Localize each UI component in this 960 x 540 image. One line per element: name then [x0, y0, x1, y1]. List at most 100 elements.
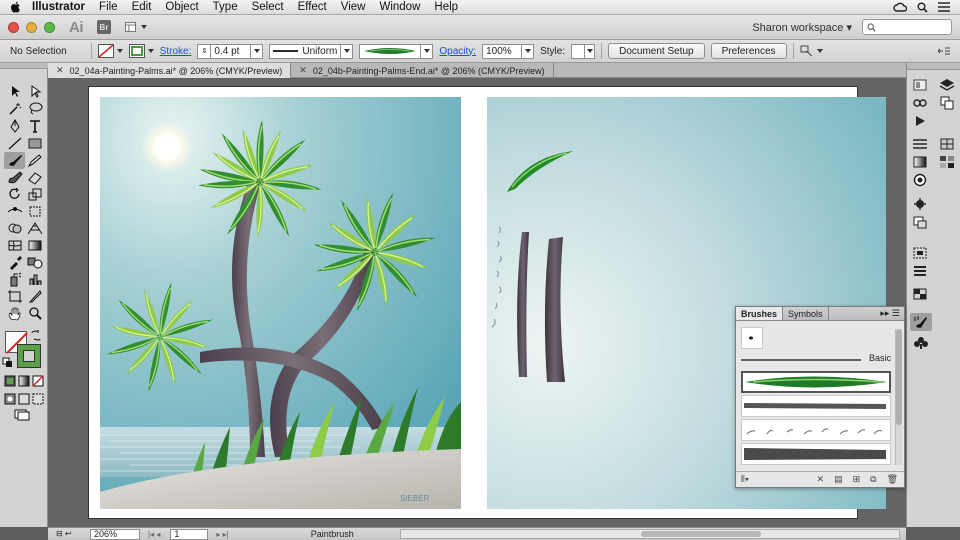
perspective-grid-tool-icon[interactable] [26, 221, 44, 236]
selection-tool-icon[interactable] [6, 84, 24, 99]
new-brush-icon[interactable]: ⧉ [870, 474, 876, 485]
links-icon[interactable] [912, 96, 928, 110]
stroke-swatch[interactable] [128, 44, 154, 58]
stroke-panel-icon[interactable] [912, 264, 928, 278]
creative-cloud-icon[interactable] [893, 2, 907, 12]
menu-effect[interactable]: Effect [291, 1, 334, 13]
stroke-weight-stepper[interactable]: ⇕ 0.4 pt [197, 43, 264, 59]
draw-inside-icon[interactable] [32, 393, 44, 405]
transparency-icon[interactable] [912, 287, 928, 301]
none-mode-icon[interactable] [32, 375, 44, 387]
rotate-tool-icon[interactable] [6, 187, 24, 202]
menu-app-name[interactable]: Illustrator [22, 1, 92, 13]
panel-menu-icon[interactable] [938, 47, 950, 55]
panel-collapse-icon[interactable]: ▸▸ ☰ [880, 307, 904, 320]
artboard-tool-icon[interactable] [6, 289, 24, 304]
graphic-style-swatch[interactable] [571, 43, 596, 59]
brush-options-icon[interactable]: ⊞ [853, 474, 861, 485]
artboards-icon[interactable] [939, 96, 955, 110]
menu-select[interactable]: Select [245, 1, 291, 13]
line-segment-tool-icon[interactable] [6, 136, 24, 151]
menu-edit[interactable]: Edit [125, 1, 159, 13]
artboard-number-field[interactable]: 1 [170, 528, 209, 540]
rectangle-tool-icon[interactable] [26, 136, 44, 151]
scale-tool-icon[interactable] [26, 187, 44, 202]
draw-normal-icon[interactable] [4, 393, 16, 405]
width-tool-icon[interactable] [6, 204, 24, 219]
pen-tool-icon[interactable] [6, 119, 24, 134]
grass-scatter-brush[interactable] [741, 419, 891, 441]
mesh-tool-icon[interactable] [6, 238, 24, 253]
list-icon[interactable] [938, 2, 950, 12]
thick-trunk-art-brush[interactable] [741, 443, 891, 465]
calligraphic-brush-swatch[interactable] [741, 327, 763, 349]
menu-type[interactable]: Type [206, 1, 245, 13]
help-search-input[interactable] [862, 19, 952, 35]
zoom-level-field[interactable]: 206% [90, 528, 140, 540]
free-transform-tool-icon[interactable] [26, 204, 44, 219]
layers-icon[interactable] [939, 78, 955, 92]
actions-play-icon[interactable] [912, 114, 928, 128]
hand-tool-icon[interactable] [6, 306, 24, 321]
apple-icon[interactable] [10, 1, 22, 13]
bridge-button[interactable]: Br [97, 20, 111, 34]
color-mode-icon[interactable] [4, 375, 16, 387]
type-tool-icon[interactable] [26, 119, 44, 134]
default-fill-stroke-icon[interactable] [2, 357, 14, 369]
stroke-label[interactable]: Stroke: [160, 46, 192, 57]
magic-wand-tool-icon[interactable] [6, 101, 24, 116]
swap-fill-stroke-icon[interactable] [30, 329, 42, 341]
minimize-window-button[interactable] [26, 21, 37, 33]
direct-selection-tool-icon[interactable] [26, 84, 44, 99]
lasso-tool-icon[interactable] [26, 101, 44, 116]
graphic-styles-icon[interactable] [912, 246, 928, 260]
opacity-input[interactable]: 100% [482, 43, 535, 59]
column-graph-tool-icon[interactable] [26, 272, 44, 287]
tab-symbols[interactable]: Symbols [783, 307, 829, 320]
symbols-panel-icon[interactable] [913, 336, 929, 350]
pencil-tool-icon[interactable] [26, 153, 44, 168]
brush-definition-dropdown[interactable] [359, 43, 434, 59]
brushes-panel-icon[interactable] [913, 315, 929, 329]
align-icon[interactable] [912, 137, 928, 151]
document-setup-button[interactable]: Document Setup [608, 43, 705, 59]
delete-brush-icon[interactable]: 🗑 [887, 474, 898, 485]
blend-tool-icon[interactable] [26, 255, 44, 270]
eraser-tool-icon[interactable] [26, 170, 44, 185]
arrange-icon[interactable] [800, 45, 823, 57]
menu-window[interactable]: Window [372, 1, 427, 13]
image-trace-icon[interactable] [912, 215, 928, 229]
next-artboard-icon[interactable]: ▸ ▸| [216, 530, 228, 539]
opacity-label[interactable]: Opacity: [439, 46, 476, 57]
close-tab-icon[interactable]: ✕ [56, 65, 64, 76]
transform-icon[interactable] [939, 137, 955, 151]
color-guide-icon[interactable] [912, 78, 928, 92]
draw-behind-icon[interactable] [18, 393, 30, 405]
menu-help[interactable]: Help [427, 1, 465, 13]
eyedropper-tool-icon[interactable] [6, 255, 24, 270]
screen-mode-icon[interactable] [14, 409, 30, 421]
leaf-art-brush[interactable] [741, 371, 891, 393]
swatches-icon[interactable] [939, 155, 955, 169]
prev-artboard-icon[interactable]: |◂ ◂ [148, 530, 160, 539]
appearance-icon[interactable] [912, 173, 928, 187]
gradient-tool-icon[interactable] [26, 238, 44, 253]
gradient-mode-icon[interactable] [18, 375, 30, 387]
close-window-button[interactable] [8, 21, 19, 33]
remove-brush-stroke-icon[interactable]: ✕ [817, 474, 825, 485]
close-tab-icon[interactable]: ✕ [299, 65, 307, 76]
slice-tool-icon[interactable] [26, 289, 44, 304]
artboard-navigation-icon[interactable]: ⊟ ↩ [56, 529, 72, 538]
menu-file[interactable]: File [92, 1, 125, 13]
menu-object[interactable]: Object [158, 1, 205, 13]
basic-brush[interactable]: Basic [741, 351, 891, 369]
brush-libraries-menu-icon[interactable]: ⫴▾ [741, 474, 749, 485]
brushes-scrollbar[interactable] [895, 329, 902, 465]
tab-brushes[interactable]: Brushes [736, 307, 784, 320]
palm-tree-artwork[interactable]: SIEBER [100, 97, 461, 509]
gradient-panel-icon[interactable] [912, 155, 928, 169]
zoom-window-button[interactable] [44, 21, 55, 33]
blob-brush-tool-icon[interactable] [6, 170, 24, 185]
arrange-documents-icon[interactable] [125, 20, 147, 34]
workspace-switcher[interactable]: Sharon workspace ▾ [752, 21, 852, 34]
